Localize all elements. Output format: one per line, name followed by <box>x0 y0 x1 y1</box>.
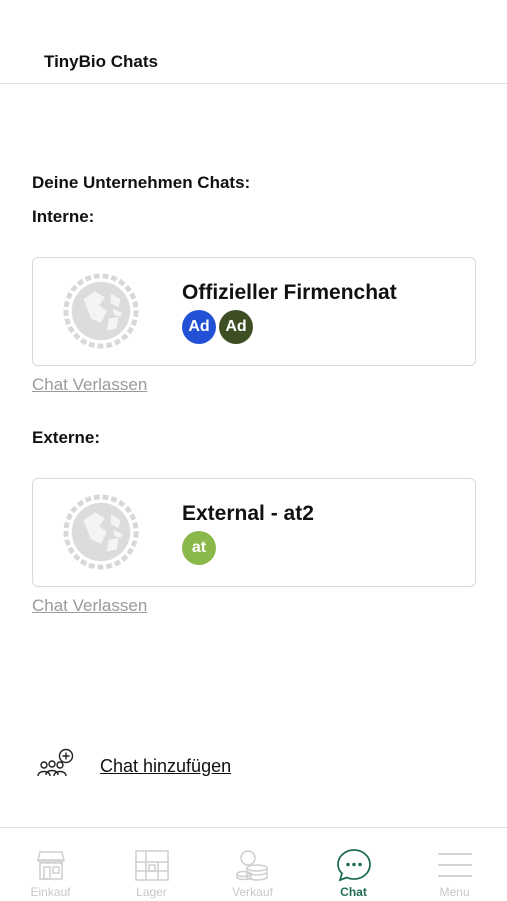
member-avatars: Ad Ad <box>182 310 256 344</box>
avatar: Ad <box>219 310 253 344</box>
chat-card-internal[interactable]: Offizieller Firmenchat Ad Ad <box>32 257 476 366</box>
bottom-tab-bar: Einkauf Lager Verkauf Chat Menu <box>0 827 507 900</box>
tab-label: Menu <box>439 885 470 899</box>
tab-label: Einkauf <box>30 885 71 899</box>
leave-chat-link[interactable]: Chat Verlassen <box>32 375 147 395</box>
avatar: Ad <box>182 310 216 344</box>
app-header: TinyBio Chats <box>0 0 507 84</box>
leave-chat-link[interactable]: Chat Verlassen <box>32 596 147 616</box>
tab-einkauf[interactable]: Einkauf <box>0 828 101 901</box>
member-avatars: at <box>182 531 219 565</box>
tab-verkauf[interactable]: Verkauf <box>202 828 303 901</box>
warehouse-icon <box>134 850 169 881</box>
tab-label: Lager <box>136 885 167 899</box>
tab-label: Chat <box>340 885 367 899</box>
hamburger-menu-icon <box>437 853 472 877</box>
tab-lager[interactable]: Lager <box>101 828 202 901</box>
chat-card-external[interactable]: External - at2 at <box>32 478 476 587</box>
avatar: at <box>182 531 216 565</box>
chat-bubble-icon <box>336 849 371 882</box>
coins-icon <box>235 850 268 881</box>
tab-chat[interactable]: Chat <box>303 828 404 901</box>
section-title: Deine Unternehmen Chats: <box>32 173 251 192</box>
external-section-label: Externe: <box>32 428 101 447</box>
globe-icon <box>63 273 139 349</box>
add-group-icon <box>37 748 74 777</box>
shop-icon <box>36 851 65 880</box>
chat-name: External - at2 <box>182 502 314 525</box>
tab-label: Verkauf <box>232 885 273 899</box>
internal-section-label: Interne: <box>32 207 95 226</box>
chat-name: Offizieller Firmenchat <box>182 281 397 304</box>
add-chat-label: Chat hinzufügen <box>100 756 232 776</box>
add-chat-button[interactable]: Chat hinzufügen <box>36 746 286 786</box>
globe-icon <box>63 494 139 570</box>
page-title: TinyBio Chats <box>44 52 158 71</box>
tab-menu[interactable]: Menu <box>404 828 505 901</box>
